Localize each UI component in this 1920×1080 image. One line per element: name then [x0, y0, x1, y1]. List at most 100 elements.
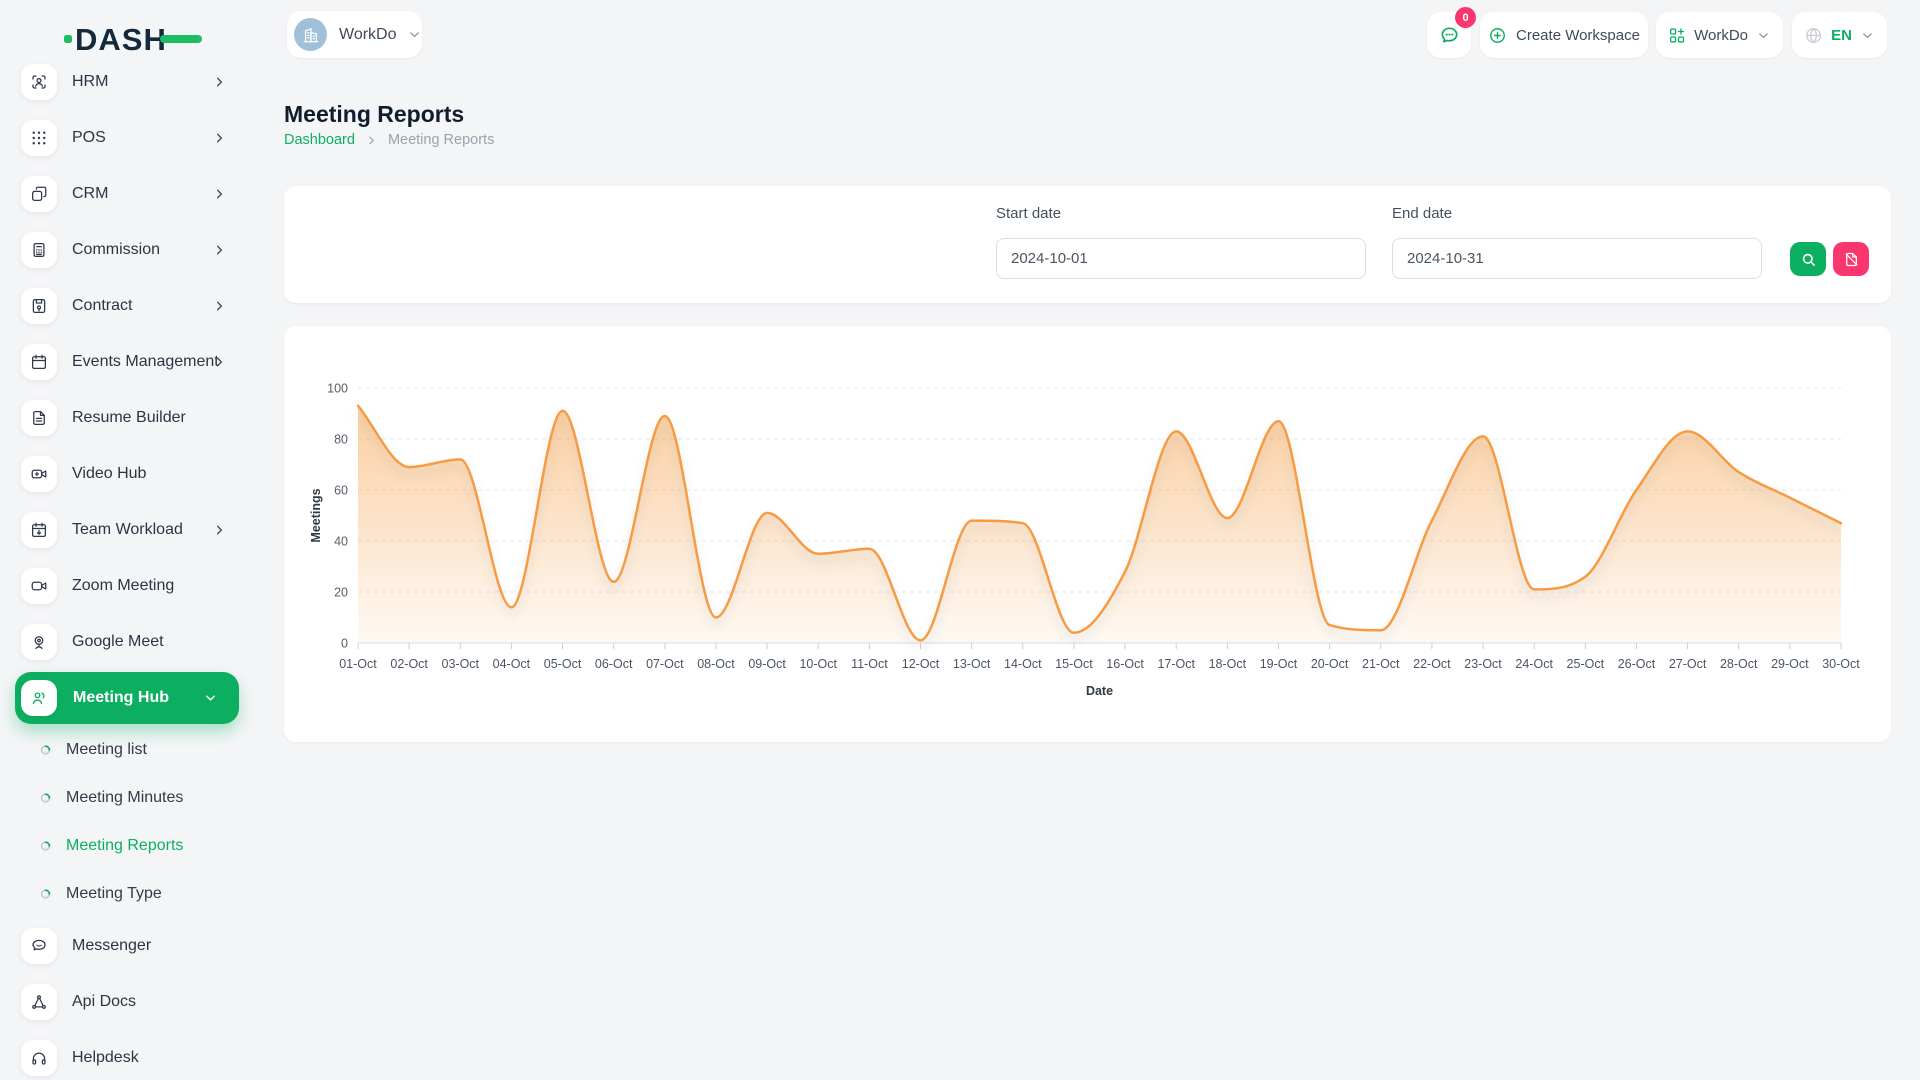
svg-text:30-Oct: 30-Oct: [1822, 657, 1860, 671]
globe-icon: [1804, 25, 1823, 46]
svg-text:01-Oct: 01-Oct: [339, 657, 377, 671]
svg-text:02-Oct: 02-Oct: [390, 657, 428, 671]
sidebar-item-label: Google Meet: [72, 633, 164, 651]
calculator-icon: [21, 232, 57, 268]
sidebar-item-label: Messenger: [72, 937, 151, 955]
sidebar-item-hrm[interactable]: HRM: [0, 58, 254, 110]
svg-text:12-Oct: 12-Oct: [902, 657, 940, 671]
chevron-right-icon: [365, 134, 378, 147]
webcam-icon: [21, 624, 57, 660]
svg-text:17-Oct: 17-Oct: [1157, 657, 1195, 671]
circle-bullet-icon: [40, 841, 51, 852]
clear-filter-icon: [1843, 251, 1860, 268]
language-selector[interactable]: EN: [1792, 12, 1887, 58]
svg-text:100: 100: [327, 382, 348, 396]
language-label: EN: [1831, 27, 1852, 44]
svg-text:16-Oct: 16-Oct: [1106, 657, 1144, 671]
svg-text:15-Oct: 15-Oct: [1055, 657, 1093, 671]
sidebar-subitem-meeting-list[interactable]: Meeting list: [0, 726, 254, 774]
meetings-area-chart: 02040608010001-Oct02-Oct03-Oct04-Oct05-O…: [284, 326, 1891, 742]
dash-logo-icon: DASH: [64, 20, 214, 58]
svg-text:14-Oct: 14-Oct: [1004, 657, 1042, 671]
sidebar-item-google-meet[interactable]: Google Meet: [0, 614, 254, 670]
filter-card: Start date End date: [284, 186, 1891, 303]
sidebar-item-label: Zoom Meeting: [72, 577, 174, 595]
sidebar-item-label: Team Workload: [72, 521, 183, 539]
svg-text:Date: Date: [1086, 684, 1113, 698]
calendar-icon: [21, 344, 57, 380]
sidebar-item-label: Commission: [72, 241, 160, 259]
overlap-squares-icon: [21, 176, 57, 212]
users-icon: [21, 680, 57, 716]
sidebar-subitem-label: Meeting Reports: [66, 837, 183, 855]
svg-text:13-Oct: 13-Oct: [953, 657, 991, 671]
chevron-down-icon: [203, 691, 218, 706]
messages-badge: 0: [1455, 7, 1476, 28]
sidebar-item-meeting-hub[interactable]: Meeting Hub: [15, 672, 239, 724]
start-date-label: Start date: [996, 205, 1061, 222]
sidebar-item-label: HRM: [72, 73, 108, 91]
sidebar-subitem-label: Meeting list: [66, 741, 147, 759]
svg-text:27-Oct: 27-Oct: [1669, 657, 1707, 671]
dash-logo[interactable]: DASH: [64, 20, 214, 58]
reset-filter-button[interactable]: [1833, 242, 1869, 276]
search-button[interactable]: [1790, 242, 1826, 276]
sidebar-item-pos[interactable]: POS: [0, 110, 254, 166]
breadcrumb-dashboard-link[interactable]: Dashboard: [284, 132, 355, 148]
sidebar-item-label: Api Docs: [72, 993, 136, 1011]
svg-text:24-Oct: 24-Oct: [1515, 657, 1553, 671]
magnifier-icon: [1800, 251, 1817, 268]
sidebar-item-zoom-meeting[interactable]: Zoom Meeting: [0, 558, 254, 614]
create-workspace-button[interactable]: Create Workspace: [1480, 12, 1648, 58]
workspace-menu[interactable]: WorkDo: [1656, 12, 1783, 58]
svg-text:11-Oct: 11-Oct: [851, 657, 888, 671]
circle-bullet-icon: [40, 793, 51, 804]
sidebar-item-helpdesk[interactable]: Helpdesk: [0, 1030, 254, 1080]
sidebar-item-commission[interactable]: Commission: [0, 222, 254, 278]
sidebar-subitem-label: Meeting Type: [66, 885, 162, 903]
chevron-right-icon: [212, 187, 227, 202]
sidebar-item-label: Contract: [72, 297, 132, 315]
calendar-download-icon: [21, 512, 57, 548]
sidebar-item-team-workload[interactable]: Team Workload: [0, 502, 254, 558]
messages-button[interactable]: 0: [1427, 12, 1471, 58]
sidebar-item-messenger[interactable]: Messenger: [0, 918, 254, 974]
grid-plus-icon: [1668, 26, 1686, 45]
chevron-right-icon: [212, 75, 227, 90]
chevron-down-icon: [407, 27, 422, 42]
svg-text:19-Oct: 19-Oct: [1260, 657, 1298, 671]
svg-text:40: 40: [334, 535, 348, 549]
sidebar-item-label: CRM: [72, 185, 108, 203]
chevron-down-icon: [1860, 28, 1875, 43]
sidebar-item-events-management[interactable]: Events Management: [0, 334, 254, 390]
svg-text:22-Oct: 22-Oct: [1413, 657, 1451, 671]
svg-text:07-Oct: 07-Oct: [646, 657, 684, 671]
grid-dots-icon: [21, 120, 57, 156]
start-date-input[interactable]: [996, 238, 1366, 279]
sidebar-item-video-hub[interactable]: Video Hub: [0, 446, 254, 502]
svg-text:26-Oct: 26-Oct: [1618, 657, 1656, 671]
chat-bubble-icon: [21, 928, 57, 964]
svg-text:05-Oct: 05-Oct: [544, 657, 582, 671]
sidebar-item-contract[interactable]: Contract: [0, 278, 254, 334]
svg-text:28-Oct: 28-Oct: [1720, 657, 1758, 671]
sidebar-subitem-meeting-type[interactable]: Meeting Type: [0, 870, 254, 918]
sidebar-item-crm[interactable]: CRM: [0, 166, 254, 222]
end-date-input[interactable]: [1392, 238, 1762, 279]
nodes-icon: [21, 984, 57, 1020]
sidebar-item-resume-builder[interactable]: Resume Builder: [0, 390, 254, 446]
sidebar-subitem-label: Meeting Minutes: [66, 789, 183, 807]
video-plus-icon: [21, 456, 57, 492]
sidebar-subitem-meeting-reports[interactable]: Meeting Reports: [0, 822, 254, 870]
chevron-right-icon: [212, 131, 227, 146]
sidebar-item-label: Events Management: [72, 353, 219, 371]
svg-text:20: 20: [334, 586, 348, 600]
sidebar-item-api-docs[interactable]: Api Docs: [0, 974, 254, 1030]
breadcrumb-current: Meeting Reports: [388, 132, 494, 148]
meetings-chart-card: 02040608010001-Oct02-Oct03-Oct04-Oct05-O…: [284, 326, 1891, 742]
sidebar-subitem-meeting-minutes[interactable]: Meeting Minutes: [0, 774, 254, 822]
logo-text: DASH: [75, 22, 167, 57]
chevron-down-icon: [1756, 28, 1771, 43]
workspace-chip[interactable]: WorkDo: [287, 11, 422, 58]
page-title: Meeting Reports: [284, 101, 464, 128]
